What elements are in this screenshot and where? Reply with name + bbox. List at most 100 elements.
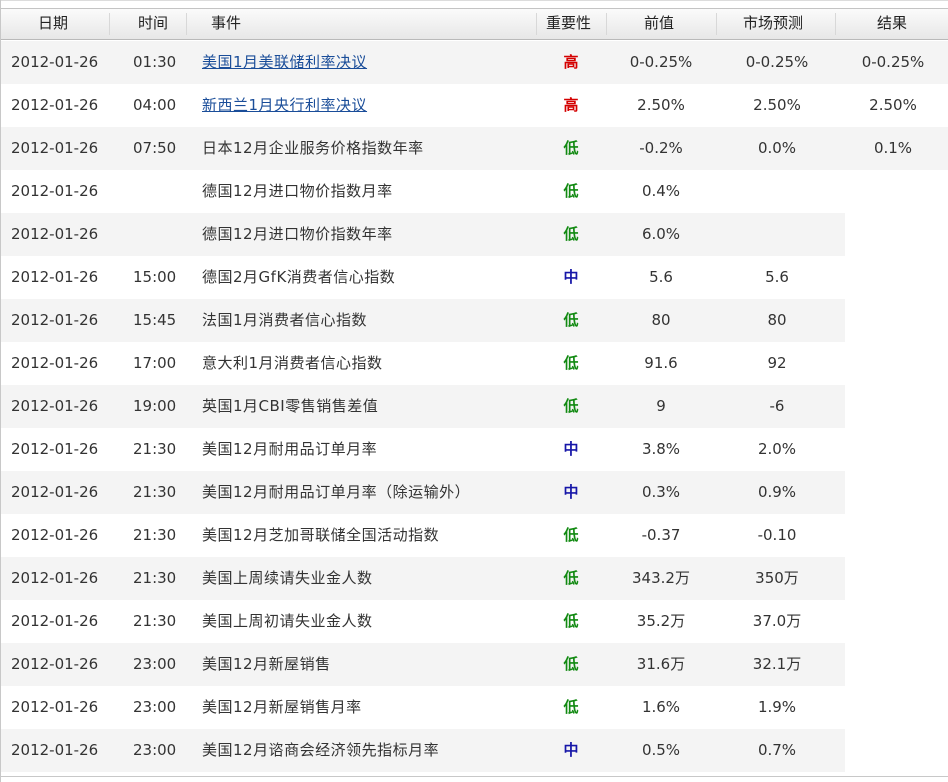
importance-cell: 低 <box>563 698 579 716</box>
previous-value-cell: 2.50% <box>637 96 685 114</box>
table-row: 2012-01-26 21:30 美国12月耐用品订单月率 中 3.8% 2.0% <box>1 428 948 471</box>
time-cell: 21:30 <box>133 483 177 501</box>
date-cell: 2012-01-26 <box>11 612 99 630</box>
header-result: 结果 <box>877 14 908 32</box>
time-cell: 23:00 <box>133 741 177 759</box>
event-cell: 美国12月谘商会经济领先指标月率 <box>202 741 440 759</box>
importance-cell: 低 <box>563 526 579 544</box>
forecast-value-cell: 5.6 <box>765 268 789 286</box>
time-cell: 01:30 <box>133 53 177 71</box>
event-cell: 美国12月耐用品订单月率 <box>202 440 378 458</box>
forecast-value-cell: 2.50% <box>753 96 801 114</box>
previous-value-cell: 91.6 <box>644 354 678 372</box>
date-cell: 2012-01-26 <box>11 311 99 329</box>
row-background <box>1 600 845 643</box>
date-cell: 2012-01-26 <box>11 53 99 71</box>
result-value-cell <box>843 471 943 514</box>
importance-cell: 低 <box>563 612 579 630</box>
importance-cell: 高 <box>563 53 579 71</box>
result-value-cell: 0.1% <box>873 139 913 157</box>
time-cell: 17:00 <box>133 354 177 372</box>
time-cell: 07:50 <box>133 139 177 157</box>
importance-cell: 低 <box>563 655 579 673</box>
row-background <box>1 299 845 342</box>
table-row: 2012-01-26 07:50 日本12月企业服务价格指数年率 低 -0.2% 0.0%… <box>1 127 948 170</box>
result-value-cell: 0-0.25% <box>861 53 925 71</box>
header-event: 事件 <box>211 14 242 32</box>
header-time: 时间 <box>138 14 169 32</box>
time-cell: 04:00 <box>133 96 177 114</box>
event-link[interactable]: 美国1月美联储利率决议 <box>202 41 367 84</box>
row-background <box>1 428 845 471</box>
table-row: 2012-01-26 23:00 美国12月谘商会经济领先指标月率 中 0.5% 0.7% <box>1 729 948 772</box>
event-cell: 德国12月进口物价指数年率 <box>202 225 393 243</box>
date-cell: 2012-01-26 <box>11 526 99 544</box>
event-cell: 意大利1月消费者信心指数 <box>202 354 383 372</box>
previous-value-cell: 3.8% <box>641 440 681 458</box>
header-divider <box>835 13 836 35</box>
result-value-cell <box>843 557 943 600</box>
time-cell: 21:30 <box>133 440 177 458</box>
previous-value-cell: 0.5% <box>641 741 681 759</box>
event-link[interactable]: 新西兰1月央行利率决议 <box>202 84 367 127</box>
forecast-value-cell <box>727 213 827 256</box>
time-cell: 23:00 <box>133 698 177 716</box>
previous-value-cell: 80 <box>651 311 671 329</box>
date-cell: 2012-01-26 <box>11 96 99 114</box>
table-row: 2012-01-26 23:00 美国12月新屋销售月率 低 1.6% 1.9% <box>1 686 948 729</box>
row-background <box>1 256 845 299</box>
time-cell: 23:00 <box>133 655 177 673</box>
forecast-value-cell: 0.0% <box>757 139 797 157</box>
date-cell: 2012-01-26 <box>11 440 99 458</box>
table-row: 2012-01-26 19:00 英国1月CBI零售销售差值 低 9 -6 <box>1 385 948 428</box>
importance-cell: 低 <box>563 397 579 415</box>
row-background <box>1 213 845 256</box>
row-background <box>1 686 845 729</box>
row-background <box>1 385 845 428</box>
header-forecast: 市场预测 <box>743 14 804 32</box>
table-row: 2012-01-26 21:30 美国上周续请失业金人数 低 343.2万 350万 <box>1 557 948 600</box>
result-value-cell <box>843 514 943 557</box>
table-row: 2012-01-26 德国12月进口物价指数月率 低 0.4% <box>1 170 948 213</box>
top-border <box>1 0 948 8</box>
header-divider <box>536 13 537 35</box>
importance-cell: 低 <box>563 354 579 372</box>
table-row: 2012-01-26 23:00 美国12月新屋销售 低 31.6万 32.1万 <box>1 643 948 686</box>
date-cell: 2012-01-26 <box>11 397 99 415</box>
header-divider <box>186 13 187 35</box>
bottom-border <box>1 776 948 777</box>
event-cell: 德国12月进口物价指数月率 <box>202 182 393 200</box>
date-cell: 2012-01-26 <box>11 741 99 759</box>
previous-value-cell: -0.37 <box>641 526 681 544</box>
forecast-value-cell: 0-0.25% <box>745 53 809 71</box>
event-cell: 德国2月GfK消费者信心指数 <box>202 268 396 286</box>
event-cell: 美国上周初请失业金人数 <box>202 612 373 630</box>
result-value-cell: 2.50% <box>869 96 917 114</box>
previous-value-cell: 0.3% <box>641 483 681 501</box>
previous-value-cell: 0.4% <box>641 182 681 200</box>
importance-cell: 低 <box>563 311 579 329</box>
table-row: 2012-01-26 德国12月进口物价指数年率 低 6.0% <box>1 213 948 256</box>
date-cell: 2012-01-26 <box>11 225 99 243</box>
row-background <box>1 557 845 600</box>
header-divider <box>109 13 110 35</box>
result-value-cell <box>843 385 943 428</box>
forecast-value-cell: 80 <box>767 311 787 329</box>
date-cell: 2012-01-26 <box>11 483 99 501</box>
header-importance: 重要性 <box>546 14 592 32</box>
forecast-value-cell: 32.1万 <box>752 655 802 673</box>
previous-value-cell: 35.2万 <box>636 612 686 630</box>
date-cell: 2012-01-26 <box>11 268 99 286</box>
event-cell: 美国12月新屋销售月率 <box>202 698 362 716</box>
importance-cell: 高 <box>563 96 579 114</box>
forecast-value-cell <box>727 170 827 213</box>
table-row: 2012-01-26 15:00 德国2月GfK消费者信心指数 中 5.6 5.6 <box>1 256 948 299</box>
row-background <box>1 170 845 213</box>
event-cell: 日本12月企业服务价格指数年率 <box>202 139 424 157</box>
date-cell: 2012-01-26 <box>11 569 99 587</box>
importance-cell: 低 <box>563 225 579 243</box>
previous-value-cell: 6.0% <box>641 225 681 243</box>
header-divider <box>716 13 717 35</box>
result-value-cell <box>843 299 943 342</box>
forecast-value-cell: 1.9% <box>757 698 797 716</box>
